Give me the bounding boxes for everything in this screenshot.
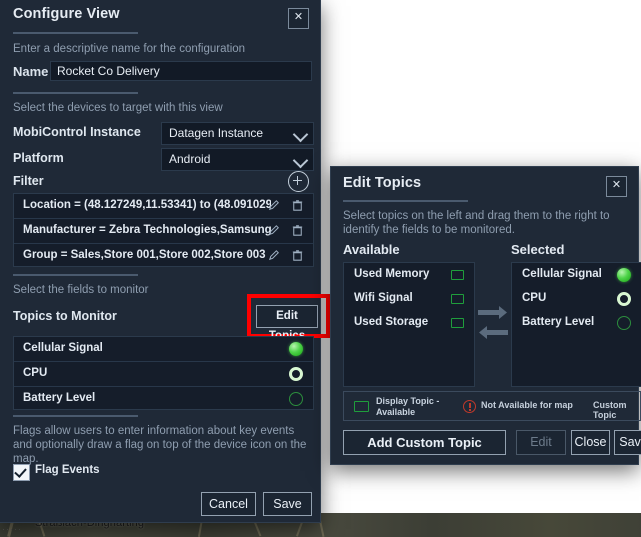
topic-name: Used Storage bbox=[354, 316, 429, 328]
table-row[interactable]: Group = Sales,Store 001,Store 002,Store … bbox=[14, 243, 313, 268]
list-item[interactable]: Cellular Signal bbox=[14, 337, 313, 361]
pencil-icon[interactable] bbox=[267, 223, 282, 238]
topic-name: Wifi Signal bbox=[354, 292, 413, 304]
legend-not-available-label: Not Available for map bbox=[481, 400, 573, 410]
topic-indicator-filled-icon bbox=[617, 268, 631, 282]
trash-icon[interactable] bbox=[290, 198, 305, 213]
topics-to-monitor-label: Topics to Monitor bbox=[13, 309, 117, 323]
close-icon[interactable]: ✕ bbox=[606, 176, 627, 197]
topic-name: Used Memory bbox=[354, 268, 430, 280]
topic-indicator-outline-icon bbox=[289, 392, 303, 406]
platform-label: Platform bbox=[13, 151, 64, 165]
add-custom-topic-button[interactable]: Add Custom Topic bbox=[343, 430, 506, 455]
close-icon[interactable]: ✕ bbox=[288, 8, 309, 29]
available-header: Available bbox=[343, 242, 400, 257]
table-row[interactable]: Location = (48.127249,11.53341) to (48.0… bbox=[14, 194, 313, 218]
platform-value: Android bbox=[169, 152, 211, 166]
flag-events-checkbox[interactable] bbox=[13, 464, 30, 481]
topic-name: CPU bbox=[23, 367, 48, 379]
platform-row: Platform Android bbox=[13, 148, 314, 171]
display-topic-square-icon bbox=[451, 318, 464, 328]
list-item[interactable]: CPU bbox=[512, 287, 641, 311]
display-topic-square-icon bbox=[451, 270, 464, 280]
list-item[interactable]: CPU bbox=[14, 361, 313, 386]
legend-display-topic-label: Display Topic - Available bbox=[376, 396, 440, 417]
divider bbox=[13, 32, 138, 34]
devices-helper-text: Select the devices to target with this v… bbox=[13, 102, 223, 114]
page-title: Configure View bbox=[13, 6, 120, 22]
pencil-icon[interactable] bbox=[267, 248, 282, 263]
topics-to-monitor-list: Cellular Signal CPU Battery Level bbox=[13, 336, 314, 410]
list-item[interactable]: Battery Level bbox=[512, 311, 641, 335]
name-label: Name bbox=[13, 64, 49, 79]
chevron-down-icon bbox=[292, 152, 309, 169]
filter-text: Location = (48.127249,11.53341) to (48.0… bbox=[23, 199, 271, 211]
edit-topics-helper-text: Select topics on the left and drag them … bbox=[343, 210, 610, 236]
save-button[interactable]: Save bbox=[614, 430, 641, 455]
mobicontrol-instance-select[interactable]: Datagen Instance bbox=[161, 122, 314, 145]
topic-name: Cellular Signal bbox=[522, 268, 602, 280]
configure-view-dialog: Configure View ✕ Enter a descriptive nam… bbox=[0, 0, 330, 523]
trash-icon[interactable] bbox=[290, 223, 305, 238]
custom-topic-triangle-icon bbox=[574, 401, 588, 412]
table-row[interactable]: Manufacturer = Zebra Technologies,Samsun… bbox=[14, 218, 313, 243]
topic-name: Battery Level bbox=[23, 392, 96, 404]
plus-circle-icon[interactable] bbox=[288, 171, 309, 192]
filter-text: Manufacturer = Zebra Technologies,Samsun… bbox=[23, 224, 271, 236]
available-topics-list[interactable]: Used Memory Wifi Signal Used Storage bbox=[343, 262, 475, 387]
filter-label: Filter bbox=[13, 174, 44, 188]
legend: Display Topic - Available Not Available … bbox=[343, 391, 641, 421]
list-item[interactable]: Used Memory bbox=[344, 263, 474, 287]
chevron-down-icon bbox=[292, 126, 309, 143]
mobicontrol-instance-label: MobiControl Instance bbox=[13, 125, 141, 139]
topic-indicator-ring-icon bbox=[617, 292, 631, 306]
name-input[interactable]: Rocket Co Delivery bbox=[50, 61, 312, 81]
close-button[interactable]: Close bbox=[571, 430, 610, 455]
arrow-left-icon[interactable] bbox=[477, 323, 509, 365]
map-minor-road: ····· bbox=[2, 524, 22, 534]
topic-indicator-outline-icon bbox=[617, 316, 631, 330]
flag-helper-text: Flags allow users to enter information a… bbox=[13, 425, 307, 465]
topic-name: Cellular Signal bbox=[23, 342, 103, 354]
not-available-icon bbox=[463, 400, 476, 413]
edit-topics-title: Edit Topics bbox=[343, 175, 422, 191]
topic-name: Battery Level bbox=[522, 316, 595, 328]
filter-list: Location = (48.127249,11.53341) to (48.0… bbox=[13, 193, 314, 267]
list-item[interactable]: Used Storage bbox=[344, 311, 474, 335]
edit-button: Edit bbox=[516, 430, 566, 455]
edit-topics-button[interactable]: Edit Topics bbox=[256, 305, 318, 342]
trash-icon[interactable] bbox=[290, 248, 305, 263]
topic-indicator-filled-icon bbox=[289, 342, 303, 356]
list-item[interactable]: Cellular Signal bbox=[512, 263, 641, 287]
mobicontrol-instance-value: Datagen Instance bbox=[169, 126, 264, 140]
list-item[interactable]: Battery Level bbox=[14, 386, 313, 411]
divider bbox=[13, 274, 138, 276]
topic-indicator-ring-icon bbox=[289, 367, 303, 381]
display-topic-square-icon bbox=[354, 401, 369, 412]
name-helper-text: Enter a descriptive name for the configu… bbox=[13, 43, 246, 55]
flag-events-label: Flag Events bbox=[35, 464, 100, 476]
platform-select[interactable]: Android bbox=[161, 148, 314, 171]
selected-header: Selected bbox=[511, 242, 565, 257]
divider bbox=[13, 415, 138, 417]
save-button[interactable]: Save bbox=[263, 492, 312, 516]
pencil-icon[interactable] bbox=[267, 198, 282, 213]
mobicontrol-instance-row: MobiControl Instance Datagen Instance bbox=[13, 122, 314, 145]
filter-text: Group = Sales,Store 001,Store 002,Store … bbox=[23, 249, 266, 261]
divider bbox=[13, 92, 138, 94]
topic-name: CPU bbox=[522, 292, 547, 304]
display-topic-square-icon bbox=[451, 294, 464, 304]
cancel-button[interactable]: Cancel bbox=[201, 492, 256, 516]
transfer-arrows bbox=[477, 303, 509, 345]
list-item[interactable]: Wifi Signal bbox=[344, 287, 474, 311]
edit-topics-dialog: Edit Topics ✕ Select topics on the left … bbox=[330, 166, 641, 465]
divider bbox=[343, 200, 468, 202]
legend-custom-topic-label: Custom Topic bbox=[593, 400, 627, 420]
selected-topics-list[interactable]: Cellular Signal CPU Battery Level bbox=[511, 262, 641, 387]
